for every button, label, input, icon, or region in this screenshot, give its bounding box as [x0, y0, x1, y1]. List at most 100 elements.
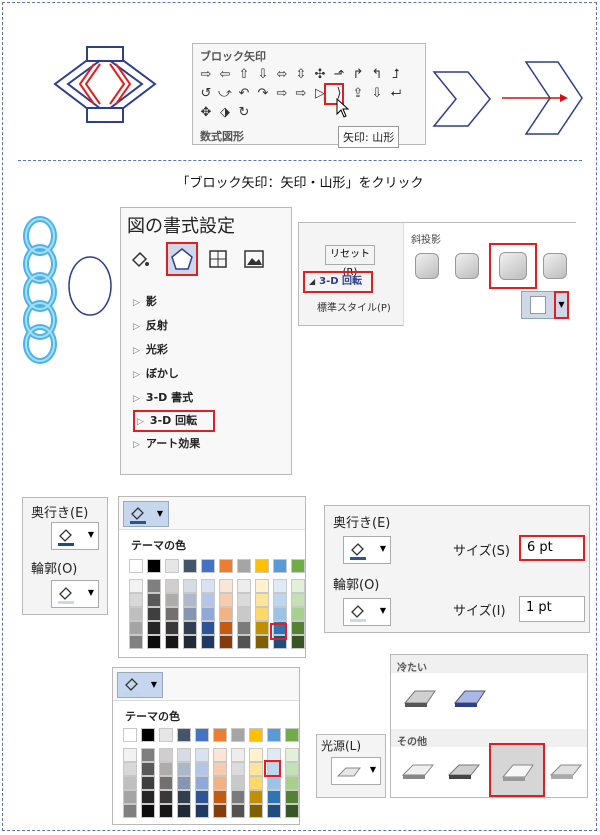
color-swatch[interactable]: [237, 621, 251, 635]
depth-color-dropdown-left[interactable]: ▼: [51, 522, 99, 550]
color-swatch[interactable]: [201, 593, 215, 607]
color-swatch[interactable]: [147, 579, 161, 593]
picture-icon[interactable]: [243, 248, 265, 270]
color-swatch[interactable]: [183, 593, 197, 607]
color-swatch[interactable]: [129, 593, 143, 607]
color-swatch[interactable]: [231, 728, 245, 742]
color-swatch[interactable]: [165, 559, 179, 573]
color-swatch[interactable]: [183, 559, 197, 573]
color-swatch[interactable]: [195, 762, 209, 776]
color-swatch[interactable]: [237, 593, 251, 607]
color-swatch[interactable]: [219, 635, 233, 649]
block-arrow-shape[interactable]: ⇨: [273, 85, 291, 103]
block-arrow-shape[interactable]: ⇨: [197, 66, 215, 84]
color-swatch[interactable]: [219, 607, 233, 621]
reset-button[interactable]: リセット(R): [325, 245, 375, 278]
block-arrow-shape[interactable]: ⇪: [349, 85, 367, 103]
color-swatch[interactable]: [165, 593, 179, 607]
color-swatch[interactable]: [177, 762, 191, 776]
color-swatch[interactable]: [159, 748, 173, 762]
color-swatch[interactable]: [213, 804, 227, 818]
color-swatch[interactable]: [213, 790, 227, 804]
color-swatch[interactable]: [195, 776, 209, 790]
preset-dropdown-arrow[interactable]: ▼: [554, 291, 569, 319]
other-light-preset-selected[interactable]: [489, 743, 545, 797]
color-swatch[interactable]: [123, 728, 137, 742]
color-swatch[interactable]: [141, 762, 155, 776]
format-menu-item[interactable]: ▷ 影: [133, 290, 283, 314]
depth-color-dropdown-right[interactable]: ▼: [343, 536, 391, 564]
effects-tab-button[interactable]: [166, 242, 198, 276]
color-swatch[interactable]: [273, 559, 287, 573]
color-swatch[interactable]: [165, 621, 179, 635]
color-swatch[interactable]: [231, 762, 245, 776]
color-swatch[interactable]: [255, 559, 269, 573]
block-arrow-shape[interactable]: ⮥: [387, 66, 405, 84]
color-swatch[interactable]: [237, 635, 251, 649]
color-swatch[interactable]: [123, 804, 137, 818]
other-light-preset-4[interactable]: [547, 759, 587, 785]
color-swatch[interactable]: [147, 635, 161, 649]
color-swatch[interactable]: [249, 804, 263, 818]
color-swatch[interactable]: [267, 804, 281, 818]
color-swatch[interactable]: [147, 607, 161, 621]
fill-color-dropdown-2[interactable]: ▼: [117, 672, 163, 698]
fill-color-dropdown-1[interactable]: ▼: [123, 501, 169, 527]
color-swatch[interactable]: [195, 790, 209, 804]
color-swatch[interactable]: [249, 776, 263, 790]
format-menu-item[interactable]: ▷ 反射: [133, 314, 283, 338]
color-swatch[interactable]: [291, 593, 305, 607]
color-swatch[interactable]: [141, 776, 155, 790]
color-swatch[interactable]: [213, 762, 227, 776]
color-swatch[interactable]: [267, 776, 281, 790]
cold-light-preset-2[interactable]: [451, 685, 491, 711]
color-swatch[interactable]: [231, 790, 245, 804]
color-swatch[interactable]: [159, 728, 173, 742]
color-swatch[interactable]: [285, 728, 299, 742]
other-light-preset-2[interactable]: [445, 759, 485, 785]
color-swatch[interactable]: [231, 804, 245, 818]
color-swatch[interactable]: [159, 804, 173, 818]
color-swatch[interactable]: [165, 635, 179, 649]
block-arrow-shape[interactable]: ⬄: [273, 66, 291, 84]
color-swatch[interactable]: [165, 579, 179, 593]
oblique-preset-selected[interactable]: [489, 243, 537, 289]
color-swatch[interactable]: [273, 607, 287, 621]
format-menu-item[interactable]: ▷ アート効果: [133, 432, 283, 456]
color-swatch[interactable]: [159, 776, 173, 790]
color-swatch[interactable]: [123, 790, 137, 804]
color-swatch[interactable]: [201, 559, 215, 573]
color-swatch[interactable]: [291, 579, 305, 593]
block-arrow-shape[interactable]: ⇩: [254, 66, 272, 84]
color-swatch[interactable]: [255, 579, 269, 593]
color-swatch[interactable]: [201, 579, 215, 593]
block-arrow-shape[interactable]: ↰: [368, 66, 386, 84]
color-swatch[interactable]: [201, 635, 215, 649]
cold-light-preset-1[interactable]: [401, 685, 441, 711]
color-swatch[interactable]: [201, 607, 215, 621]
color-swatch[interactable]: [285, 762, 299, 776]
color-swatch[interactable]: [129, 579, 143, 593]
format-menu-item[interactable]: ▷ 光彩: [133, 338, 283, 362]
block-arrow-shape[interactable]: ⇦: [216, 66, 234, 84]
color-swatch[interactable]: [159, 790, 173, 804]
color-swatch[interactable]: [249, 728, 263, 742]
color-swatch[interactable]: [219, 559, 233, 573]
color-swatch[interactable]: [273, 593, 287, 607]
color-swatch[interactable]: [285, 748, 299, 762]
color-swatch[interactable]: [219, 579, 233, 593]
outline-color-dropdown-right[interactable]: ▼: [343, 598, 391, 626]
color-swatch[interactable]: [249, 748, 263, 762]
color-swatch[interactable]: [123, 762, 137, 776]
preset-dropdown[interactable]: ▼: [521, 291, 569, 319]
color-swatch[interactable]: [165, 607, 179, 621]
rotation-section-item[interactable]: ◢ 3-D 回転: [303, 271, 373, 293]
color-swatch[interactable]: [237, 607, 251, 621]
color-swatch[interactable]: [213, 776, 227, 790]
block-arrow-shape[interactable]: ↻: [235, 104, 253, 122]
light-source-dropdown[interactable]: ▼: [331, 757, 381, 785]
color-swatch[interactable]: [213, 728, 227, 742]
color-swatch[interactable]: [147, 559, 161, 573]
color-swatch[interactable]: [123, 748, 137, 762]
color-swatch[interactable]: [129, 621, 143, 635]
